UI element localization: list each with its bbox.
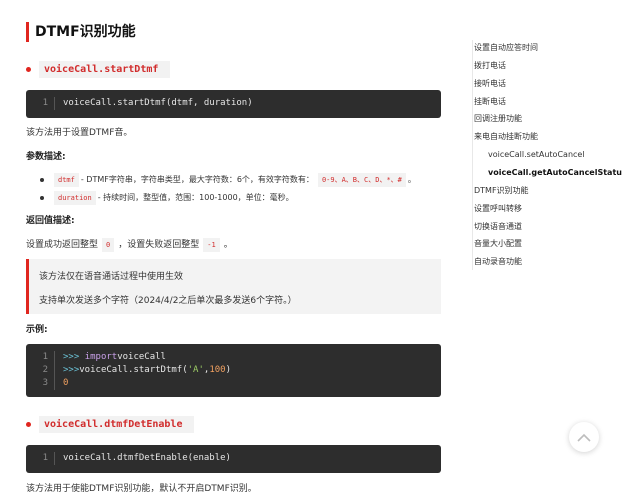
return-text-b: ，设置失败返回整型 [118, 240, 200, 250]
line-number: 1 [42, 352, 48, 362]
bullet-dot [40, 196, 44, 200]
toc-item[interactable]: 拨打电话 [474, 60, 506, 72]
code-text: voiceCall.dtmfDetEnable(enable) [63, 453, 231, 463]
code-block-dtmfdetenable: 1 voiceCall.dtmfDetEnable(enable) [26, 445, 441, 473]
param-desc-end: 。 [407, 175, 416, 184]
line-separator [54, 97, 55, 110]
note-line-1: 该方法仅在语音通话过程中使用生效 [39, 272, 184, 282]
api-heading-dtmfdetenable[interactable]: voiceCall.dtmfDetEnable [26, 416, 195, 433]
code-line: 1 >>> import voiceCall [26, 351, 441, 364]
param-desc: - 持续时间，整型值，范围：100-1000，单位：毫秒。 [97, 193, 294, 202]
toc-item[interactable]: 切换语音通道 [474, 221, 522, 233]
toc-item[interactable]: 设置呼叫转移 [474, 203, 522, 215]
code-line: 3 0 [26, 377, 441, 390]
code-line: 2 >>> voiceCall.startDtmf('A', 100) [26, 364, 441, 377]
valid-chars-code: 0-9、A、B、C、D、*、# [317, 173, 406, 187]
params-label: 参数描述: [26, 152, 66, 162]
line-separator [54, 377, 55, 390]
toc-item[interactable]: voiceCall.setAutoCancel [488, 149, 585, 161]
api-name: voiceCall.dtmfDetEnable [39, 416, 195, 433]
section-title: DTMF识别功能 [26, 22, 136, 42]
param-desc: - DTMF字符串，字符串类型，最大字符数：6个，有效字符数有： [80, 175, 314, 184]
param-name: duration [54, 191, 96, 205]
toc-item[interactable]: DTMF识别功能 [474, 185, 529, 197]
toc-item-active[interactable]: voiceCall.getAutoCancelStatus [488, 167, 622, 179]
line-number: 2 [42, 365, 48, 375]
return-text-c: 。 [223, 240, 233, 250]
line-separator [54, 364, 55, 377]
method-description: 该方法用于使能DTMF识别功能，默认不开启DTMF识别。 [26, 484, 257, 494]
number-literal: 100 [209, 365, 226, 375]
param-name: dtmf [54, 173, 79, 187]
keyword: import [84, 352, 118, 362]
line-number: 3 [42, 378, 48, 388]
return-label: 返回值描述: [26, 216, 75, 226]
return-code-success: 0 [102, 238, 115, 252]
code-text: voiceCall.startDtmf(dtmf, duration) [63, 98, 253, 108]
toc-item[interactable]: 接听电话 [474, 78, 506, 90]
bullet-dot [26, 422, 31, 427]
bullet-dot [26, 67, 31, 72]
code-block-startdtmf: 1 voiceCall.startDtmf(dtmf, duration) [26, 90, 441, 118]
note-line-2: 支持单次发送多个字符（2024/4/2之后单次最多发送6个字符。） [39, 296, 297, 306]
toc-item[interactable]: 来电自动挂断功能 [474, 131, 538, 143]
code-block-example: 1 >>> import voiceCall 2 >>> voiceCall.s… [26, 344, 441, 397]
prompt: >>> [63, 365, 80, 375]
param-item-duration: duration - 持续时间，整型值，范围：100-1000，单位：毫秒。 [40, 191, 294, 205]
param-item-dtmf: dtmf - DTMF字符串，字符串类型，最大字符数：6个，有效字符数有： 0-… [40, 173, 416, 187]
back-to-top-button[interactable] [569, 422, 599, 452]
toc-item[interactable]: 设置自动应答时间 [474, 42, 538, 54]
api-name: voiceCall.startDtmf [39, 61, 171, 78]
code-line: 1 voiceCall.dtmfDetEnable(enable) [26, 452, 441, 465]
prompt: >>> [63, 352, 80, 362]
line-separator [54, 452, 55, 465]
return-description: 设置成功返回整型 0 ，设置失败返回整型 -1 。 [26, 238, 233, 252]
toc-item[interactable]: 挂断电话 [474, 96, 506, 108]
return-text-a: 设置成功返回整型 [26, 240, 99, 250]
code-text: voiceCall [117, 352, 166, 362]
code-line: 1 voiceCall.startDtmf(dtmf, duration) [26, 97, 441, 110]
toc-item[interactable]: 音量大小配置 [474, 238, 522, 250]
toc-item[interactable]: 回调注册功能 [474, 113, 522, 125]
line-separator [54, 351, 55, 364]
code-text: voiceCall.startDtmf( [79, 365, 188, 375]
bullet-dot [40, 178, 44, 182]
line-number: 1 [42, 453, 48, 463]
chevron-up-icon [577, 433, 591, 442]
method-description: 该方法用于设置DTMF音。 [26, 128, 133, 138]
output-value: 0 [63, 378, 69, 388]
string-literal: 'A' [187, 365, 204, 375]
api-heading-startdtmf[interactable]: voiceCall.startDtmf [26, 61, 171, 78]
example-label: 示例: [26, 325, 48, 335]
note-box: 该方法仅在语音通话过程中使用生效 支持单次发送多个字符（2024/4/2之后单次… [26, 259, 441, 314]
return-code-fail: -1 [203, 238, 220, 252]
toc-item[interactable]: 自动录音功能 [474, 256, 522, 268]
line-number: 1 [42, 98, 48, 108]
code-text: ) [225, 365, 232, 375]
toc-divider [472, 40, 473, 270]
